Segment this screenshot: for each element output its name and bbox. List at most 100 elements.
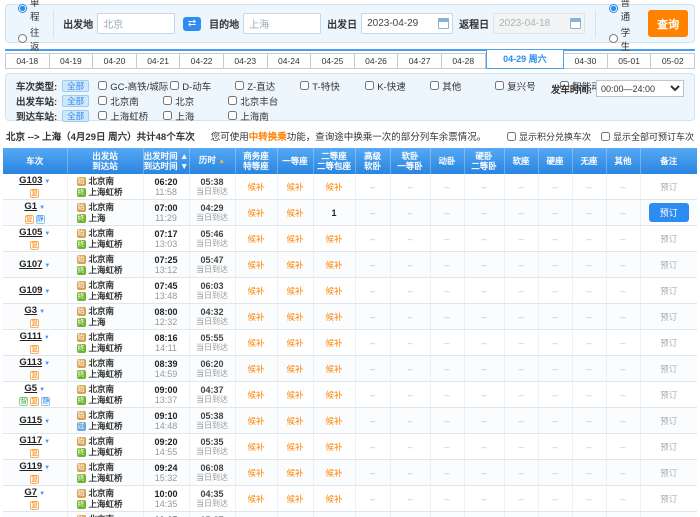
chevron-down-icon[interactable]: ▼ [39, 387, 45, 393]
filter-checkbox[interactable] [228, 96, 237, 105]
filter-all-badge[interactable]: 全部 [62, 95, 89, 107]
filter-option[interactable]: GC-高铁/城际 [98, 79, 168, 93]
date-tab-05-01[interactable]: 05-01 [608, 53, 652, 69]
filter-checkbox[interactable] [365, 81, 374, 90]
train-number-link[interactable]: G113 [19, 357, 42, 368]
chevron-down-icon[interactable]: ▼ [39, 205, 45, 211]
oneway-radio[interactable] [18, 4, 27, 13]
date-tab-04-29 周六[interactable]: 04-29 周六 [486, 49, 565, 69]
date-tab-04-21[interactable]: 04-21 [137, 53, 181, 69]
seat-cell: – [606, 330, 640, 356]
filter-checkbox[interactable] [98, 81, 107, 90]
chevron-down-icon[interactable]: ▼ [39, 309, 45, 315]
filter-option[interactable]: Z-直达 [235, 79, 298, 93]
train-number-link[interactable]: G117 [19, 435, 42, 446]
chevron-down-icon[interactable]: ▼ [44, 465, 50, 471]
depart-time-select[interactable]: 00:00—24:00 [596, 80, 684, 97]
filter-checkbox[interactable] [163, 111, 172, 120]
show-points-trains-checkbox[interactable] [507, 132, 516, 141]
chevron-down-icon[interactable]: ▼ [44, 263, 50, 269]
student-radio[interactable] [609, 34, 618, 43]
col-header-line: 到达时间 ▼ [144, 161, 189, 171]
filter-checkbox[interactable] [163, 96, 172, 105]
date-tab-04-28[interactable]: 04-28 [442, 53, 486, 69]
date-tab-04-27[interactable]: 04-27 [398, 53, 442, 69]
filter-option[interactable]: 北京南 [98, 94, 161, 108]
filter-option[interactable]: 其他 [430, 79, 493, 93]
ticket-type-student[interactable]: 学生 [609, 25, 631, 53]
date-tab-04-18[interactable]: 04-18 [5, 53, 50, 69]
query-button[interactable]: 查询 [648, 10, 688, 37]
filter-checkbox[interactable] [98, 111, 107, 120]
filter-option[interactable]: K-快速 [365, 79, 428, 93]
chevron-down-icon[interactable]: ▼ [39, 491, 45, 497]
swap-stations-icon[interactable]: ⇄ [183, 17, 201, 31]
filter-checkbox[interactable] [98, 96, 107, 105]
arrive-time: 14:35 [144, 499, 189, 509]
date-tab-04-19[interactable]: 04-19 [50, 53, 94, 69]
filter-option[interactable]: 北京 [163, 94, 226, 108]
chevron-down-icon[interactable]: ▼ [44, 231, 50, 237]
chevron-down-icon[interactable]: ▼ [44, 419, 50, 425]
train-number-link[interactable]: G1 [24, 201, 37, 212]
date-tab-04-20[interactable]: 04-20 [93, 53, 137, 69]
filter-option[interactable]: 北京丰台 [228, 94, 291, 108]
date-tab-04-25[interactable]: 04-25 [311, 53, 355, 69]
train-number-link[interactable]: G5 [24, 383, 37, 394]
col-header[interactable]: 出发时间 ▲到达时间 ▼ [143, 148, 189, 174]
date-tab-04-30[interactable]: 04-30 [564, 53, 608, 69]
date-tab-05-02[interactable]: 05-02 [651, 53, 695, 69]
normal-radio[interactable] [609, 4, 618, 13]
ticket-type-normal[interactable]: 普通 [609, 0, 631, 23]
filter-all-badge[interactable]: 全部 [62, 80, 89, 92]
seat-cell: – [504, 200, 538, 226]
chevron-down-icon[interactable]: ▼ [44, 439, 50, 445]
filter-checkbox[interactable] [235, 81, 244, 90]
filter-all-badge[interactable]: 全部 [62, 110, 89, 122]
from-input[interactable] [97, 13, 175, 34]
show-points-trains-option[interactable]: 显示积分兑换车次 [507, 130, 591, 143]
to-input[interactable] [243, 13, 321, 34]
filter-checkbox[interactable] [430, 81, 439, 90]
trip-type-oneway[interactable]: 单程 [18, 0, 40, 23]
filter-option[interactable]: 上海 [163, 109, 226, 123]
sort-asc-icon[interactable]: ▲ [218, 158, 225, 165]
train-number-link[interactable]: G107 [19, 259, 42, 270]
col-header[interactable]: 历时 ▲ [189, 148, 235, 174]
roundtrip-radio[interactable] [18, 34, 27, 43]
seat-cell: – [606, 226, 640, 252]
date-tab-04-22[interactable]: 04-22 [180, 53, 224, 69]
date-tab-04-23[interactable]: 04-23 [224, 53, 268, 69]
filter-checkbox[interactable] [495, 81, 504, 90]
chevron-down-icon[interactable]: ▼ [44, 289, 50, 295]
train-number-link[interactable]: G119 [19, 461, 42, 472]
filter-checkbox[interactable] [170, 81, 179, 90]
train-number-link[interactable]: G103 [19, 175, 42, 186]
book-button[interactable]: 预订 [649, 203, 689, 222]
chevron-down-icon[interactable]: ▼ [44, 179, 50, 185]
filter-option[interactable]: 复兴号 [495, 79, 558, 93]
date-tab-04-24[interactable]: 04-24 [268, 53, 312, 69]
transfer-link[interactable]: 中转换乘 [249, 132, 287, 143]
filter-option[interactable]: T-特快 [300, 79, 363, 93]
chevron-down-icon[interactable]: ▼ [44, 335, 50, 341]
train-number-link[interactable]: G109 [19, 285, 42, 296]
filter-checkbox[interactable] [228, 111, 237, 120]
calendar-icon[interactable] [438, 18, 449, 29]
filter-option[interactable]: 上海南 [228, 109, 291, 123]
filter-checkbox[interactable] [300, 81, 309, 90]
trip-type-roundtrip[interactable]: 往返 [18, 25, 40, 53]
seat-availability: – [407, 364, 412, 374]
train-number-link[interactable]: G105 [19, 227, 42, 238]
show-bookable-trains-option[interactable]: 显示全部可预订车次 [601, 130, 694, 143]
filter-option[interactable]: D-动车 [170, 79, 233, 93]
chevron-down-icon[interactable]: ▼ [44, 361, 50, 367]
calendar-icon [570, 18, 581, 29]
train-number-link[interactable]: G111 [20, 331, 42, 342]
train-number-link[interactable]: G7 [24, 487, 37, 498]
filter-option[interactable]: 上海虹桥 [98, 109, 161, 123]
train-number-link[interactable]: G115 [19, 415, 42, 426]
date-tab-04-26[interactable]: 04-26 [355, 53, 399, 69]
show-bookable-trains-checkbox[interactable] [601, 132, 610, 141]
train-number-link[interactable]: G3 [24, 305, 37, 316]
